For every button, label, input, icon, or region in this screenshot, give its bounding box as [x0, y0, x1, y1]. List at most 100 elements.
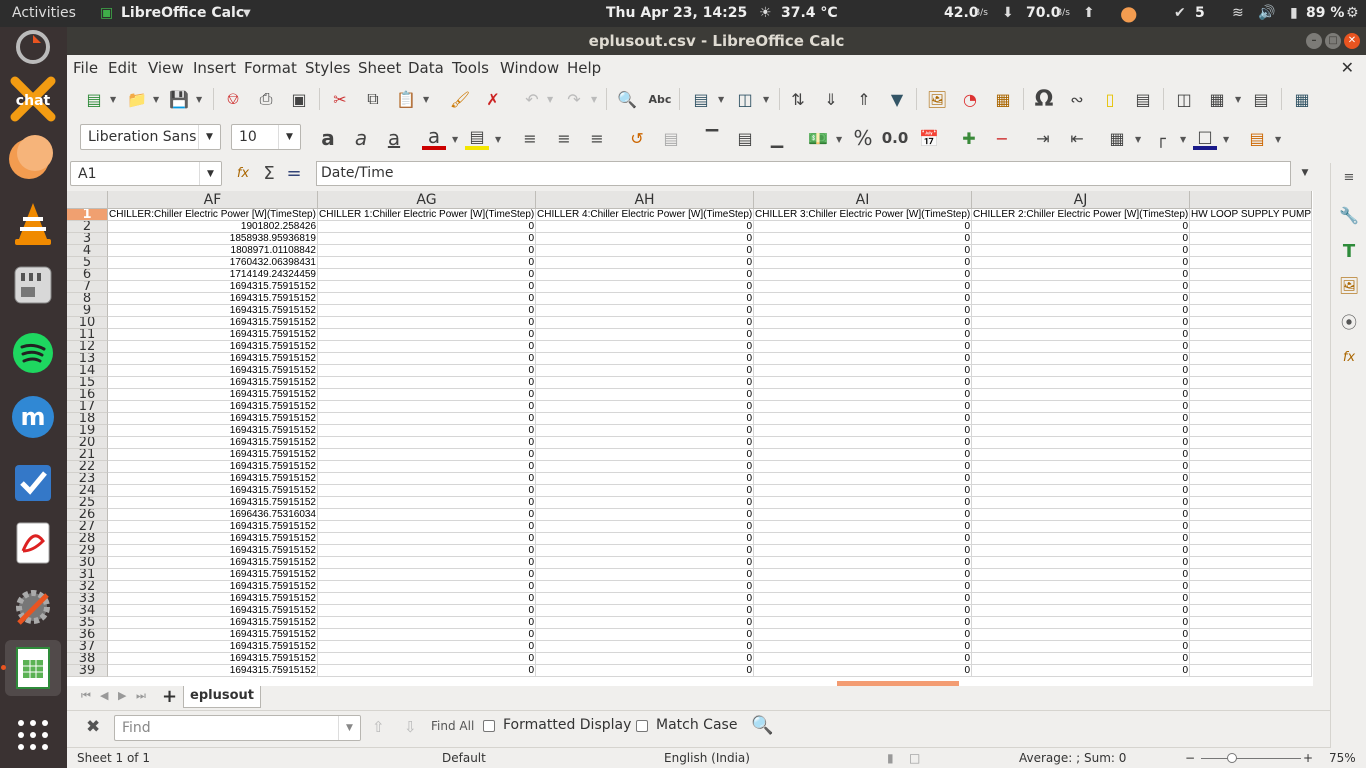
functions-icon[interactable]: fx — [1337, 345, 1361, 369]
updates-count[interactable]: 5 — [1195, 0, 1205, 27]
freeze-rows-columns-icon[interactable]: ▦ — [1205, 87, 1229, 111]
row-header[interactable]: 5 — [67, 257, 108, 269]
data-cell[interactable]: 0 — [318, 425, 536, 437]
row-header[interactable]: 37 — [67, 641, 108, 653]
data-cell[interactable]: 0 — [536, 569, 754, 581]
data-cell[interactable]: 0 — [536, 233, 754, 245]
data-cell[interactable]: 0 — [972, 569, 1190, 581]
conditional-format-icon[interactable]: ▤ — [1245, 126, 1269, 150]
data-cell[interactable]: 0 — [972, 281, 1190, 293]
data-cell[interactable]: 1694315.75915152 — [108, 293, 318, 305]
data-cell[interactable]: 0 — [972, 377, 1190, 389]
data-cell[interactable]: 1694315.75915152 — [108, 521, 318, 533]
align-right-icon[interactable]: ≡ — [585, 126, 609, 150]
data-cell[interactable]: 0 — [536, 269, 754, 281]
zoom-slider[interactable] — [1201, 758, 1301, 759]
data-cell[interactable]: 0 — [318, 569, 536, 581]
find-all-button[interactable]: Find All — [431, 719, 474, 733]
data-cell[interactable]: 0 — [318, 377, 536, 389]
data-cell[interactable] — [1190, 257, 1312, 269]
gallery-icon[interactable]: 🖼 — [1337, 273, 1361, 297]
data-cell[interactable]: 0 — [536, 293, 754, 305]
data-cell[interactable]: 0 — [754, 257, 972, 269]
row-header[interactable]: 29 — [67, 545, 108, 557]
formula-input[interactable]: Date/Time — [316, 161, 1291, 186]
data-cell[interactable]: 0 — [972, 617, 1190, 629]
data-cell[interactable]: 1694315.75915152 — [108, 605, 318, 617]
data-cell[interactable] — [1190, 653, 1312, 665]
data-cell[interactable]: 0 — [318, 545, 536, 557]
row-header[interactable]: 17 — [67, 401, 108, 413]
highlight-dropdown-icon[interactable]: ▼ — [495, 135, 501, 144]
data-cell[interactable] — [1190, 617, 1312, 629]
data-cell[interactable]: 0 — [754, 473, 972, 485]
settings-gear-icon[interactable]: ⚙ — [1346, 0, 1359, 27]
data-cell[interactable]: 1694315.75915152 — [108, 641, 318, 653]
paste-icon[interactable]: 📋 — [394, 87, 418, 111]
new-dropdown-icon[interactable]: ▼ — [110, 95, 116, 104]
data-cell[interactable]: 0 — [754, 341, 972, 353]
data-cell[interactable] — [1190, 269, 1312, 281]
data-cell[interactable]: 0 — [754, 581, 972, 593]
launcher-mastodon-icon[interactable]: m — [5, 389, 61, 445]
data-cell[interactable]: 0 — [536, 449, 754, 461]
align-left-icon[interactable]: ≡ — [518, 126, 542, 150]
redo-dropdown-icon[interactable]: ▼ — [591, 95, 597, 104]
data-cell[interactable]: 0 — [318, 521, 536, 533]
clear-formatting-icon[interactable]: ✗ — [481, 87, 505, 111]
data-cell[interactable]: 0 — [972, 473, 1190, 485]
data-cell[interactable]: 0 — [318, 401, 536, 413]
data-cell[interactable]: 0 — [536, 389, 754, 401]
sheet-tab[interactable]: eplusout — [183, 686, 261, 708]
data-cell[interactable]: 1694315.75915152 — [108, 341, 318, 353]
data-cell[interactable]: 1694315.75915152 — [108, 317, 318, 329]
battery-icon[interactable]: ▮ — [1290, 0, 1298, 27]
row-header[interactable]: 39 — [67, 665, 108, 677]
header-cell[interactable]: CHILLER:Chiller Electric Power [W](TimeS… — [108, 209, 318, 221]
data-cell[interactable] — [1190, 425, 1312, 437]
formula-icon[interactable]: = — [282, 161, 306, 185]
data-cell[interactable]: 0 — [754, 305, 972, 317]
data-cell[interactable]: 0 — [318, 389, 536, 401]
data-cell[interactable]: 0 — [754, 521, 972, 533]
data-cell[interactable]: 0 — [754, 617, 972, 629]
column-header[interactable]: AF — [108, 191, 318, 209]
data-cell[interactable]: 0 — [318, 353, 536, 365]
menu-styles[interactable]: Styles — [305, 59, 351, 77]
data-cell[interactable] — [1190, 305, 1312, 317]
show-draw-functions-icon[interactable]: ▦ — [1290, 87, 1314, 111]
row-header[interactable]: 38 — [67, 653, 108, 665]
navigator-icon[interactable]: ⦿ — [1337, 309, 1361, 333]
data-cell[interactable]: 0 — [536, 305, 754, 317]
expand-formula-bar-icon[interactable]: ▼ — [1293, 161, 1317, 185]
header-cell[interactable]: CHILLER 2:Chiller Electric Power [W](Tim… — [972, 209, 1190, 221]
autofilter-icon[interactable]: ▼ — [885, 87, 909, 111]
data-cell[interactable]: 0 — [972, 509, 1190, 521]
headers-footers-icon[interactable]: ▤ — [1131, 87, 1155, 111]
previous-sheet-icon[interactable]: ◀ — [100, 689, 108, 702]
data-cell[interactable]: 1694315.75915152 — [108, 485, 318, 497]
launcher-libreoffice-calc-icon[interactable] — [5, 640, 61, 696]
wifi-icon[interactable]: ≋ — [1232, 0, 1244, 27]
data-cell[interactable] — [1190, 413, 1312, 425]
row-header[interactable]: 30 — [67, 557, 108, 569]
show-applications-icon[interactable] — [5, 707, 61, 763]
pivot-table-icon[interactable]: ▦ — [991, 87, 1015, 111]
center-vertically-icon[interactable]: ▤ — [733, 126, 757, 150]
row-header[interactable]: 6 — [67, 269, 108, 281]
data-cell[interactable]: 0 — [972, 581, 1190, 593]
data-cell[interactable]: 0 — [754, 629, 972, 641]
launcher-settings-tools-icon[interactable] — [5, 579, 61, 635]
data-cell[interactable]: 0 — [754, 281, 972, 293]
open-folder-icon[interactable]: 📁 — [125, 87, 149, 111]
data-cell[interactable] — [1190, 293, 1312, 305]
data-cell[interactable] — [1190, 437, 1312, 449]
row-header[interactable]: 4 — [67, 245, 108, 257]
styles-icon[interactable]: T — [1337, 239, 1361, 263]
data-cell[interactable]: 0 — [318, 497, 536, 509]
data-cell[interactable]: 0 — [972, 461, 1190, 473]
data-cell[interactable]: 0 — [972, 293, 1190, 305]
row-header[interactable]: 12 — [67, 341, 108, 353]
menu-sheet[interactable]: Sheet — [358, 59, 401, 77]
launcher-drive-icon[interactable] — [5, 257, 61, 313]
